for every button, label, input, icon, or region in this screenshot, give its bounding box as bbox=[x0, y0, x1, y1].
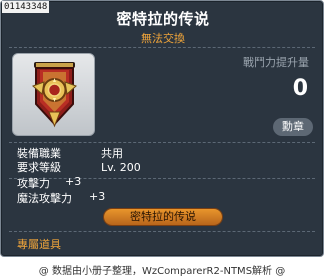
stat-value: +3 bbox=[65, 175, 82, 188]
set-item-button[interactable]: 密特拉的传说 bbox=[104, 209, 222, 225]
requirement-row-level: 要求等級 Lv. 200 bbox=[17, 161, 141, 175]
divider bbox=[9, 142, 315, 143]
requirement-label: 要求等級 bbox=[17, 161, 61, 174]
power-label: 戰鬥力提升量 bbox=[243, 56, 309, 69]
requirement-row-job: 裝備職業 共用 bbox=[17, 147, 123, 161]
stat-value: +3 bbox=[89, 190, 106, 203]
divider bbox=[9, 47, 315, 48]
exclusive-item-label: 專屬道具 bbox=[17, 238, 61, 251]
requirement-value: Lv. 200 bbox=[101, 161, 141, 174]
item-tooltip: 01143348 密特拉的传说 無法交換 戰鬥力提升量 0 勳章 裝備職業共用 … bbox=[0, 0, 324, 257]
stat-attack: 攻擊力 +3 bbox=[17, 175, 81, 191]
item-icon-frame bbox=[12, 53, 95, 136]
footer-credit: @ 数据由小册子整理，WzComparerR2-NTMS解析 @ bbox=[38, 266, 286, 277]
requirement-label: 裝備職業 bbox=[17, 147, 61, 160]
power-value: 0 bbox=[292, 76, 308, 101]
requirement-value: 共用 bbox=[101, 147, 123, 160]
medal-icon bbox=[32, 62, 77, 128]
trade-status: 無法交換 bbox=[141, 32, 185, 45]
divider bbox=[9, 231, 315, 232]
divider bbox=[9, 178, 315, 179]
medal-button[interactable]: 勳章 bbox=[273, 118, 313, 136]
stat-magic-attack: 魔法攻擊力 +3 bbox=[17, 190, 105, 206]
item-title: 密特拉的传说 bbox=[116, 10, 210, 28]
stat-label: 攻擊力 bbox=[17, 177, 50, 190]
stat-label: 魔法攻擊力 bbox=[17, 192, 72, 205]
